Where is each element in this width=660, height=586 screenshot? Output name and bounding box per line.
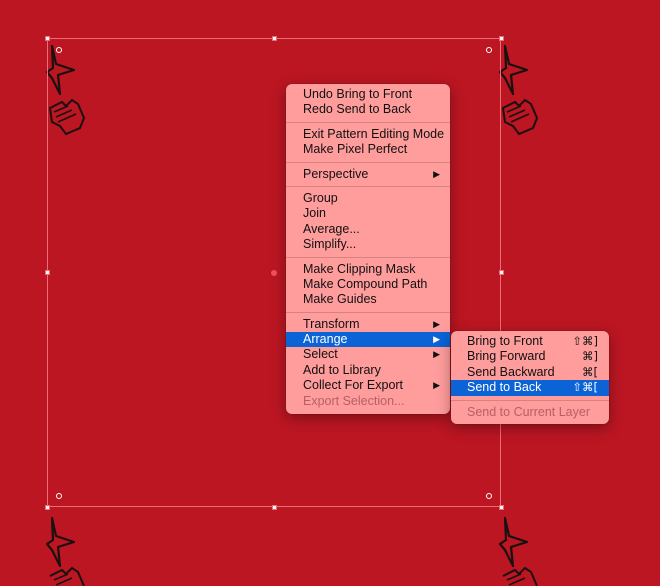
- submenu-item-send-backward[interactable]: Send Backward ⌘[: [451, 365, 609, 380]
- menu-item-label: Transform: [303, 316, 360, 331]
- keyboard-shortcut: ⌘]: [582, 349, 598, 364]
- menu-item-label: Simplify...: [303, 237, 357, 252]
- menu-item-select[interactable]: Select ▶: [286, 347, 450, 362]
- menu-item-label: Arrange: [303, 332, 348, 347]
- mitten-doodle-icon: [502, 566, 538, 586]
- keyboard-shortcut: ⌘[: [582, 364, 598, 379]
- menu-item-simplify[interactable]: Simplify...: [286, 237, 450, 252]
- star-doodle-icon: [498, 44, 529, 96]
- menu-item-label: Send to Back: [467, 380, 542, 395]
- menu-item-label: Average...: [303, 221, 360, 236]
- menu-item-average[interactable]: Average...: [286, 222, 450, 237]
- menu-item-redo-send-to-back[interactable]: Redo Send to Back: [286, 102, 450, 117]
- menu-item-label: Perspective: [303, 166, 369, 181]
- resize-handle-bottom-left[interactable]: [45, 505, 50, 510]
- submenu-item-bring-forward[interactable]: Bring Forward ⌘]: [451, 349, 609, 364]
- menu-item-add-to-library[interactable]: Add to Library: [286, 363, 450, 378]
- submenu-arrow-icon: ▶: [433, 318, 440, 329]
- star-doodle-icon: [498, 516, 529, 568]
- submenu-item-send-to-current-layer: Send to Current Layer: [451, 405, 609, 420]
- menu-item-exit-pattern-editing-mode[interactable]: Exit Pattern Editing Mode: [286, 127, 450, 142]
- menu-item-label: Make Pixel Perfect: [303, 142, 408, 157]
- resize-handle-bottom[interactable]: [272, 505, 277, 510]
- menu-item-label: Export Selection...: [303, 393, 405, 408]
- submenu-arrow-icon: ▶: [433, 349, 440, 360]
- menu-item-transform[interactable]: Transform ▶: [286, 317, 450, 332]
- menu-item-join[interactable]: Join: [286, 206, 450, 221]
- corner-widget-bottom-right[interactable]: [486, 493, 492, 499]
- menu-item-label: Bring to Front: [467, 334, 543, 348]
- menu-item-arrange[interactable]: Arrange ▶: [286, 332, 450, 348]
- selection-center-point: [271, 270, 277, 276]
- menu-item-perspective[interactable]: Perspective ▶: [286, 167, 450, 182]
- menu-item-label: Exit Pattern Editing Mode: [303, 126, 445, 141]
- menu-item-export-selection: Export Selection...: [286, 394, 450, 409]
- menu-item-collect-for-export[interactable]: Collect For Export ▶: [286, 378, 450, 393]
- submenu-arrow-icon: ▶: [433, 380, 440, 391]
- corner-widget-top-right[interactable]: [486, 47, 492, 53]
- menu-item-label: Bring Forward: [467, 349, 546, 364]
- submenu-item-bring-to-front[interactable]: Bring to Front ⇧⌘]: [451, 334, 609, 349]
- keyboard-shortcut: ⇧⌘]: [572, 334, 598, 348]
- keyboard-shortcut: ⇧⌘[: [572, 380, 598, 395]
- menu-item-group[interactable]: Group: [286, 191, 450, 206]
- corner-widget-top-left[interactable]: [56, 47, 62, 53]
- menu-item-label: Join: [303, 206, 326, 221]
- menu-item-label: Send Backward: [467, 364, 555, 379]
- star-doodle-icon: [45, 516, 76, 568]
- resize-handle-top-right[interactable]: [499, 36, 504, 41]
- menu-item-label: Collect For Export: [303, 378, 404, 393]
- menu-item-make-guides[interactable]: Make Guides: [286, 292, 450, 307]
- menu-separator: [286, 121, 450, 123]
- menu-item-label: Add to Library: [303, 362, 381, 377]
- menu-item-make-clipping-mask[interactable]: Make Clipping Mask: [286, 262, 450, 277]
- mitten-doodle-icon: [49, 566, 85, 586]
- submenu-item-send-to-back[interactable]: Send to Back ⇧⌘[: [451, 380, 609, 396]
- corner-widget-bottom-left[interactable]: [56, 493, 62, 499]
- menu-item-label: Undo Bring to Front: [303, 87, 413, 101]
- menu-item-label: Send to Current Layer: [467, 404, 590, 419]
- menu-item-label: Make Compound Path: [303, 276, 428, 291]
- menu-item-label: Select: [303, 347, 338, 362]
- resize-handle-right[interactable]: [499, 270, 504, 275]
- submenu-arrow-icon: ▶: [433, 168, 440, 179]
- menu-separator: [286, 311, 450, 313]
- menu-separator: [286, 256, 450, 258]
- resize-handle-bottom-right[interactable]: [499, 505, 504, 510]
- menu-item-label: Make Clipping Mask: [303, 261, 416, 276]
- submenu-arrow-icon: ▶: [433, 334, 440, 345]
- menu-item-make-pixel-perfect[interactable]: Make Pixel Perfect: [286, 142, 450, 157]
- resize-handle-left[interactable]: [45, 270, 50, 275]
- menu-item-label: Redo Send to Back: [303, 102, 411, 117]
- menu-item-label: Make Guides: [303, 292, 377, 307]
- menu-separator: [286, 161, 450, 163]
- menu-item-label: Group: [303, 190, 338, 205]
- menu-item-make-compound-path[interactable]: Make Compound Path: [286, 277, 450, 292]
- arrange-submenu: Bring to Front ⇧⌘] Bring Forward ⌘] Send B…: [451, 331, 609, 424]
- resize-handle-top-left[interactable]: [45, 36, 50, 41]
- menu-separator: [286, 185, 450, 187]
- menu-separator: [451, 399, 609, 401]
- mitten-doodle-icon: [501, 98, 539, 136]
- menu-item-undo-bring-to-front[interactable]: Undo Bring to Front: [286, 87, 450, 102]
- context-menu: Undo Bring to Front Redo Send to Back Ex…: [286, 84, 450, 414]
- resize-handle-top[interactable]: [272, 36, 277, 41]
